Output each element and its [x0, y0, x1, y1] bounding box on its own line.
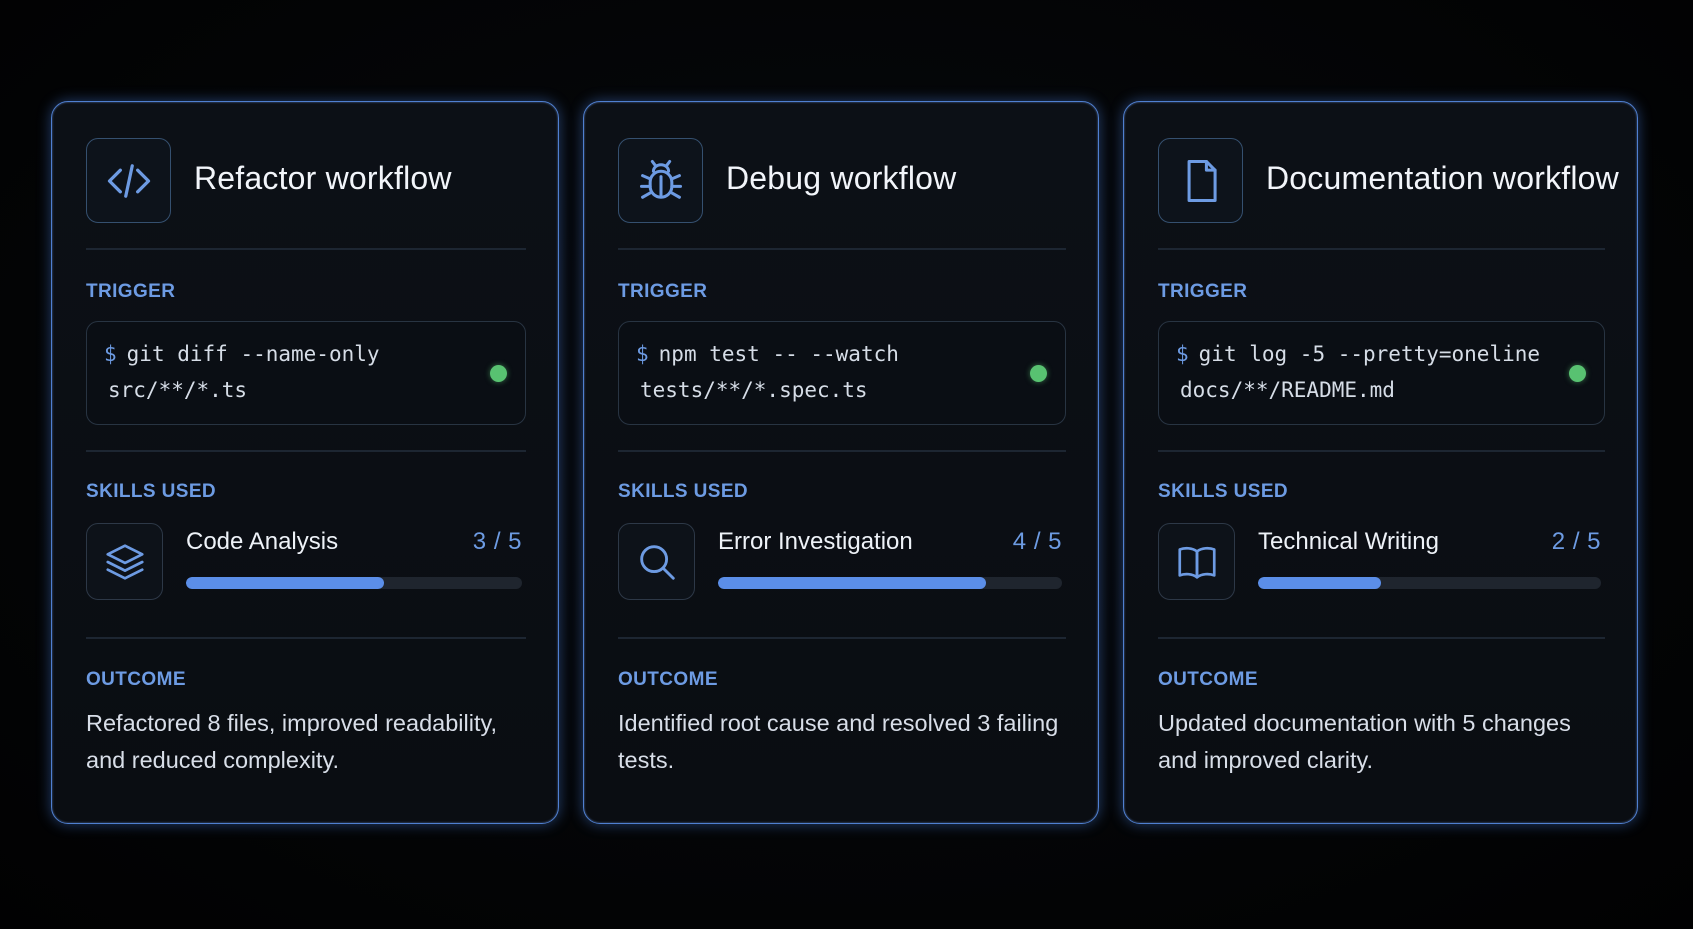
prompt-symbol: $ [1176, 342, 1189, 366]
trigger-label: TRIGGER [1158, 281, 1248, 302]
card-title: Documentation workflow [1266, 160, 1619, 196]
prompt-symbol: $ [636, 342, 649, 366]
trigger-command-box[interactable]: $ npm test -- --watch tests/**/*.spec.ts [618, 321, 1066, 425]
outcome-label: OUTCOME [618, 669, 718, 690]
skill-score: 4 / 5 [1012, 528, 1062, 555]
divider [1158, 637, 1605, 639]
skill-name: Technical Writing [1258, 528, 1439, 555]
trigger-command-line: $ npm test -- --watch [636, 342, 899, 366]
bug-icon [618, 138, 703, 223]
skill-name: Code Analysis [186, 528, 339, 555]
outcome-label: OUTCOME [1158, 669, 1258, 690]
trigger-path: src/**/*.ts [108, 378, 248, 402]
skills-label: SKILLS USED [86, 481, 217, 502]
skill-progress-fill [1258, 577, 1382, 589]
card-title: Refactor workflow [194, 160, 452, 196]
outcome-text: Refactored 8 files, improved readability… [86, 710, 498, 773]
skill-progress-fill [718, 577, 987, 589]
trigger-command-box[interactable]: $ git log -5 --pretty=oneline docs/**/REA… [1158, 321, 1605, 425]
book-icon [1158, 523, 1235, 600]
document-icon [1158, 138, 1243, 223]
prompt-symbol: $ [104, 342, 117, 366]
divider [1158, 450, 1605, 452]
divider [86, 248, 526, 250]
divider [1158, 248, 1605, 250]
trigger-command: git diff --name-only [126, 342, 380, 366]
trigger-command-line: $ git log -5 --pretty=oneline [1176, 342, 1540, 366]
status-dot [490, 365, 507, 382]
trigger-command-line: $ git diff --name-only [104, 342, 380, 366]
divider [86, 450, 526, 452]
outcome-label: OUTCOME [86, 669, 186, 690]
skill-progress-bar [1258, 577, 1601, 589]
divider [86, 637, 526, 639]
skill-progress-fill [186, 577, 385, 589]
divider [618, 450, 1066, 452]
outcome-text: Updated documentation with 5 changes and… [1158, 710, 1571, 773]
skill-score: 3 / 5 [472, 528, 522, 555]
skills-label: SKILLS USED [1158, 481, 1289, 502]
trigger-path: docs/**/README.md [1180, 378, 1395, 402]
skills-label: SKILLS USED [618, 481, 749, 502]
skill-name: Error Investigation [718, 528, 913, 555]
divider [618, 248, 1066, 250]
trigger-label: TRIGGER [618, 281, 708, 302]
workflow-card-debug[interactable]: Debug workflow TRIGGER $ npm test -- --wa… [583, 101, 1099, 824]
outcome-text: Identified root cause and resolved 3 fai… [618, 710, 1059, 773]
layers-icon [86, 523, 163, 600]
trigger-command-box[interactable]: $ git diff --name-only src/**/*.ts [86, 321, 526, 425]
search-icon [618, 523, 695, 600]
status-dot [1030, 365, 1047, 382]
workflow-card-refactor[interactable]: Refactor workflow TRIGGER $ git diff --na… [51, 101, 559, 824]
trigger-command: git log -5 --pretty=oneline [1198, 342, 1541, 366]
divider [618, 637, 1066, 639]
skill-progress-bar [186, 577, 522, 589]
trigger-command: npm test -- --watch [658, 342, 899, 366]
skill-score: 2 / 5 [1551, 528, 1601, 555]
workflow-cards-stage: Refactor workflow TRIGGER $ git diff --na… [0, 0, 1693, 929]
card-title: Debug workflow [726, 160, 957, 196]
skill-progress-bar [718, 577, 1062, 589]
trigger-label: TRIGGER [86, 281, 176, 302]
workflow-card-documentation[interactable]: Documentation workflow TRIGGER $ git log … [1123, 101, 1638, 824]
code-icon [86, 138, 171, 223]
status-dot [1569, 365, 1586, 382]
trigger-path: tests/**/*.spec.ts [640, 378, 868, 402]
